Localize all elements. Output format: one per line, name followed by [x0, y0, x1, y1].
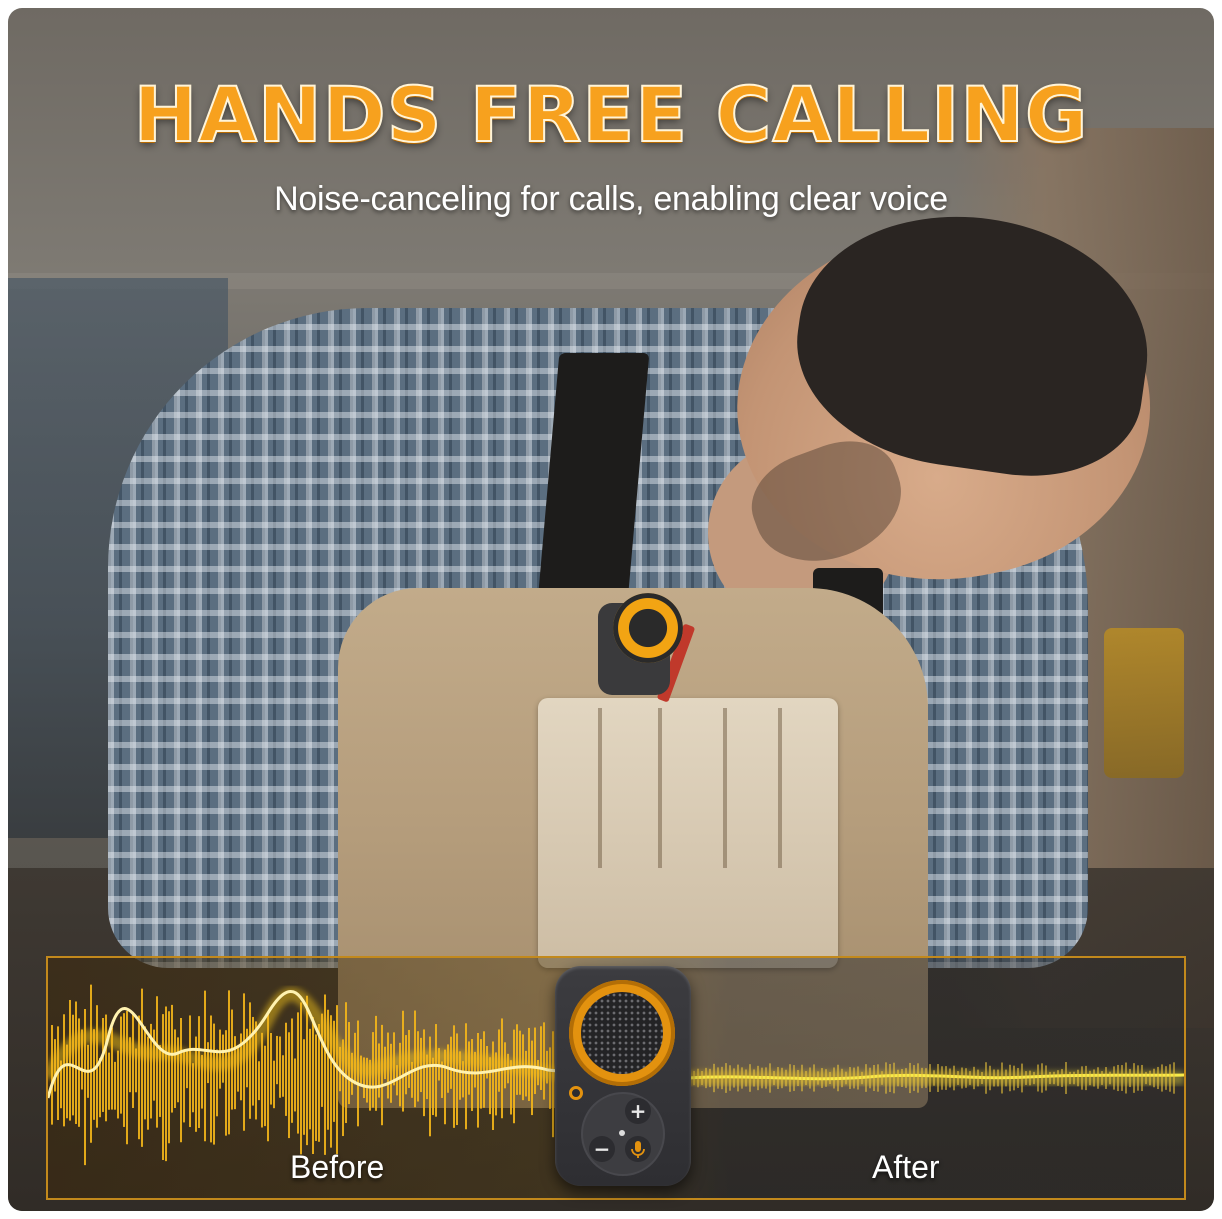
speaker-ring	[569, 980, 675, 1086]
power-icon	[569, 1086, 583, 1100]
pocket-stitch	[598, 708, 602, 868]
pocket-stitch	[778, 708, 782, 868]
pocket-stitch	[658, 708, 662, 868]
volume-up-button: +	[625, 1098, 651, 1124]
center-dot	[619, 1130, 625, 1136]
page-subtitle: Noise-canceling for calls, enabling clea…	[274, 180, 948, 218]
waveform-after-noise	[693, 1062, 1175, 1094]
control-pad: + −	[583, 1094, 663, 1174]
speakerphone-speaker-ring	[613, 593, 683, 663]
background-yellow-bin	[1104, 628, 1184, 778]
apron-pocket	[538, 698, 838, 968]
waveform-before-noise	[51, 984, 608, 1166]
pocket-stitch	[723, 708, 727, 868]
after-label: After	[872, 1149, 940, 1185]
speaker-grill	[581, 992, 663, 1074]
before-label: Before	[290, 1149, 385, 1185]
page-title: HANDS FREE CALLING	[133, 69, 1089, 160]
speakerphone-product: + −	[555, 966, 691, 1186]
hero-image: HANDS FREE CALLING Noise-canceling for c…	[8, 8, 1214, 1211]
volume-down-button: −	[589, 1136, 615, 1162]
microphone-icon	[625, 1136, 651, 1162]
